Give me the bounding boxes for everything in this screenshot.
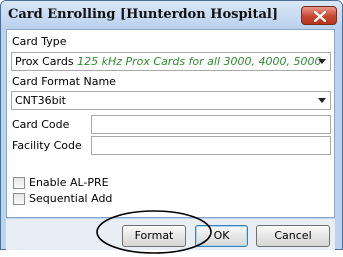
facility-code-input[interactable] bbox=[91, 136, 331, 155]
enable-al-pre-checkbox[interactable] bbox=[13, 177, 25, 189]
card-format-value: CNT36bit bbox=[15, 94, 66, 107]
close-button[interactable] bbox=[301, 6, 337, 25]
chevron-down-icon bbox=[318, 98, 326, 103]
window-title: Card Enrolling [Hunterdon Hospital] bbox=[8, 7, 279, 22]
cancel-button[interactable]: Cancel bbox=[256, 225, 330, 247]
card-code-input[interactable] bbox=[91, 115, 331, 134]
chevron-down-icon bbox=[318, 59, 326, 64]
title-bar: Card Enrolling [Hunterdon Hospital] bbox=[1, 1, 342, 29]
card-type-description: 125 kHz Prox Cards for all 3000, 4000, 5… bbox=[77, 55, 322, 68]
card-code-label: Card Code bbox=[12, 118, 70, 131]
dialog-body: Card Type Prox Cards 125 kHz Prox Cards … bbox=[6, 29, 335, 218]
card-format-select[interactable]: CNT36bit bbox=[11, 91, 331, 110]
highlight-ellipse bbox=[96, 210, 212, 254]
card-type-select[interactable]: Prox Cards 125 kHz Prox Cards for all 30… bbox=[11, 52, 331, 71]
enable-al-pre-label: Enable AL-PRE bbox=[29, 176, 109, 189]
card-type-label: Card Type bbox=[12, 35, 67, 48]
card-format-label: Card Format Name bbox=[12, 75, 116, 88]
close-icon bbox=[314, 11, 326, 22]
sequential-add-label: Sequential Add bbox=[29, 192, 113, 205]
card-type-value: Prox Cards 125 kHz Prox Cards for all 30… bbox=[15, 55, 322, 68]
sequential-add-checkbox[interactable] bbox=[13, 193, 25, 205]
facility-code-label: Facility Code bbox=[12, 139, 82, 152]
